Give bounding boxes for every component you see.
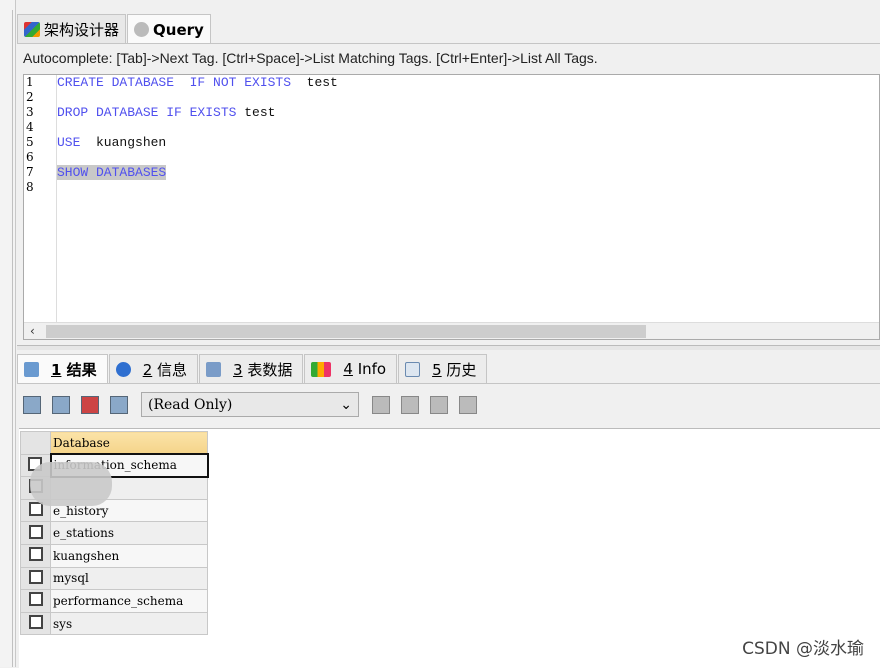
line-numbers: 1 2 3 4 5 6 7 8 [24, 75, 57, 322]
delete-row-icon[interactable] [430, 395, 448, 414]
watermark: CSDN @淡水瑜 [742, 639, 864, 659]
code-line: USE kuangshen [57, 135, 167, 150]
calendar-icon [405, 361, 421, 377]
scroll-left-icon[interactable]: ‹ [30, 324, 35, 338]
line-number: 2 [26, 90, 34, 104]
sql-editor[interactable]: 1 2 3 4 5 6 7 8 CREATE DATABASE IF NOT E… [23, 74, 880, 340]
info-circle-icon [115, 361, 131, 377]
add-table-icon[interactable] [52, 395, 70, 414]
table-row: e_stations [20, 521, 208, 545]
code-line: SHOW DATABASES [57, 165, 338, 180]
tab-label: Query [153, 20, 204, 39]
tab-label: 信息 [157, 360, 188, 379]
tab-query[interactable]: Query [127, 14, 211, 44]
tab-label: 结果 [66, 360, 97, 379]
tab-schema-designer[interactable]: 架构设计器 [17, 14, 127, 43]
line-number: 6 [26, 150, 34, 164]
code-line: CREATE DATABASE IF NOT EXISTS test [57, 75, 338, 90]
schema-designer-icon [24, 21, 40, 37]
column-header[interactable]: Database [50, 431, 208, 455]
row-checkbox[interactable] [28, 547, 43, 562]
copy-table-icon[interactable] [81, 395, 99, 414]
tab-table-data[interactable]: 3 表数据 [199, 354, 304, 383]
splitter[interactable] [17, 345, 880, 350]
results-panel: (Read Only) ⌄ Database information_schem… [17, 383, 880, 668]
editor-tabs: 架构设计器 Query [17, 14, 212, 44]
result-tabs: 1 结果 2 信息 3 表数据 4 Info 5 历史 [17, 354, 488, 383]
tab-history[interactable]: 5 历史 [398, 354, 488, 383]
table-row: kuangshen [20, 543, 208, 568]
line-number: 3 [26, 105, 34, 119]
autocomplete-hint: Autocomplete: [Tab]->Next Tag. [Ctrl+Spa… [23, 50, 598, 66]
code-line: DROP DATABASE IF EXISTS test [57, 105, 276, 120]
table-row: performance_schema [20, 589, 208, 613]
scrollbar-thumb[interactable] [46, 325, 646, 338]
tab-results[interactable]: 1 结果 [17, 354, 108, 383]
table-row: mysql [20, 566, 208, 591]
line-number: 5 [26, 135, 34, 149]
save-icon[interactable] [401, 395, 419, 414]
table-data-icon [206, 361, 222, 377]
row-checkbox[interactable] [28, 615, 43, 630]
refresh-table-icon[interactable] [110, 395, 128, 414]
shapes-icon [311, 361, 332, 377]
results-toolbar: (Read Only) ⌄ [23, 392, 477, 417]
line-number: 8 [26, 180, 34, 194]
line-number: 4 [26, 120, 34, 134]
tab-label: 架构设计器 [44, 20, 120, 39]
code-lines[interactable]: CREATE DATABASE IF NOT EXISTS test DROP … [57, 75, 338, 195]
read-only-select[interactable]: (Read Only) ⌄ [141, 392, 359, 417]
divider [12, 10, 13, 667]
line-number: 7 [26, 165, 34, 179]
tab-label: Info [357, 360, 387, 378]
chevron-down-icon: ⌄ [340, 396, 352, 413]
horizontal-scrollbar[interactable]: ‹ [24, 322, 879, 339]
selected-text: SHOW DATABASES [57, 165, 167, 180]
corner-cell[interactable] [20, 431, 51, 455]
table-row: sys [20, 611, 208, 636]
line-number: 1 [26, 75, 34, 89]
result-grid: Database information_schema e_history e_… [19, 428, 880, 668]
tab-messages[interactable]: 2 信息 [108, 354, 199, 383]
export-icon[interactable] [23, 395, 41, 414]
query-panel: Autocomplete: [Tab]->Next Tag. [Ctrl+Spa… [17, 43, 880, 343]
row-checkbox[interactable] [28, 502, 43, 517]
redaction-blur [30, 462, 112, 506]
result-icon [24, 361, 39, 377]
row-checkbox[interactable] [28, 569, 43, 584]
query-icon [134, 22, 150, 37]
row-checkbox[interactable] [28, 592, 43, 607]
row-checkbox[interactable] [28, 524, 43, 539]
tab-label: 表数据 [247, 360, 293, 379]
tab-info[interactable]: 4 Info [304, 354, 398, 383]
top-bar [16, 0, 880, 14]
cancel-icon[interactable] [459, 395, 477, 414]
tab-label: 历史 [446, 360, 477, 379]
add-row-icon[interactable] [372, 395, 390, 414]
left-panel-edge [0, 0, 16, 667]
